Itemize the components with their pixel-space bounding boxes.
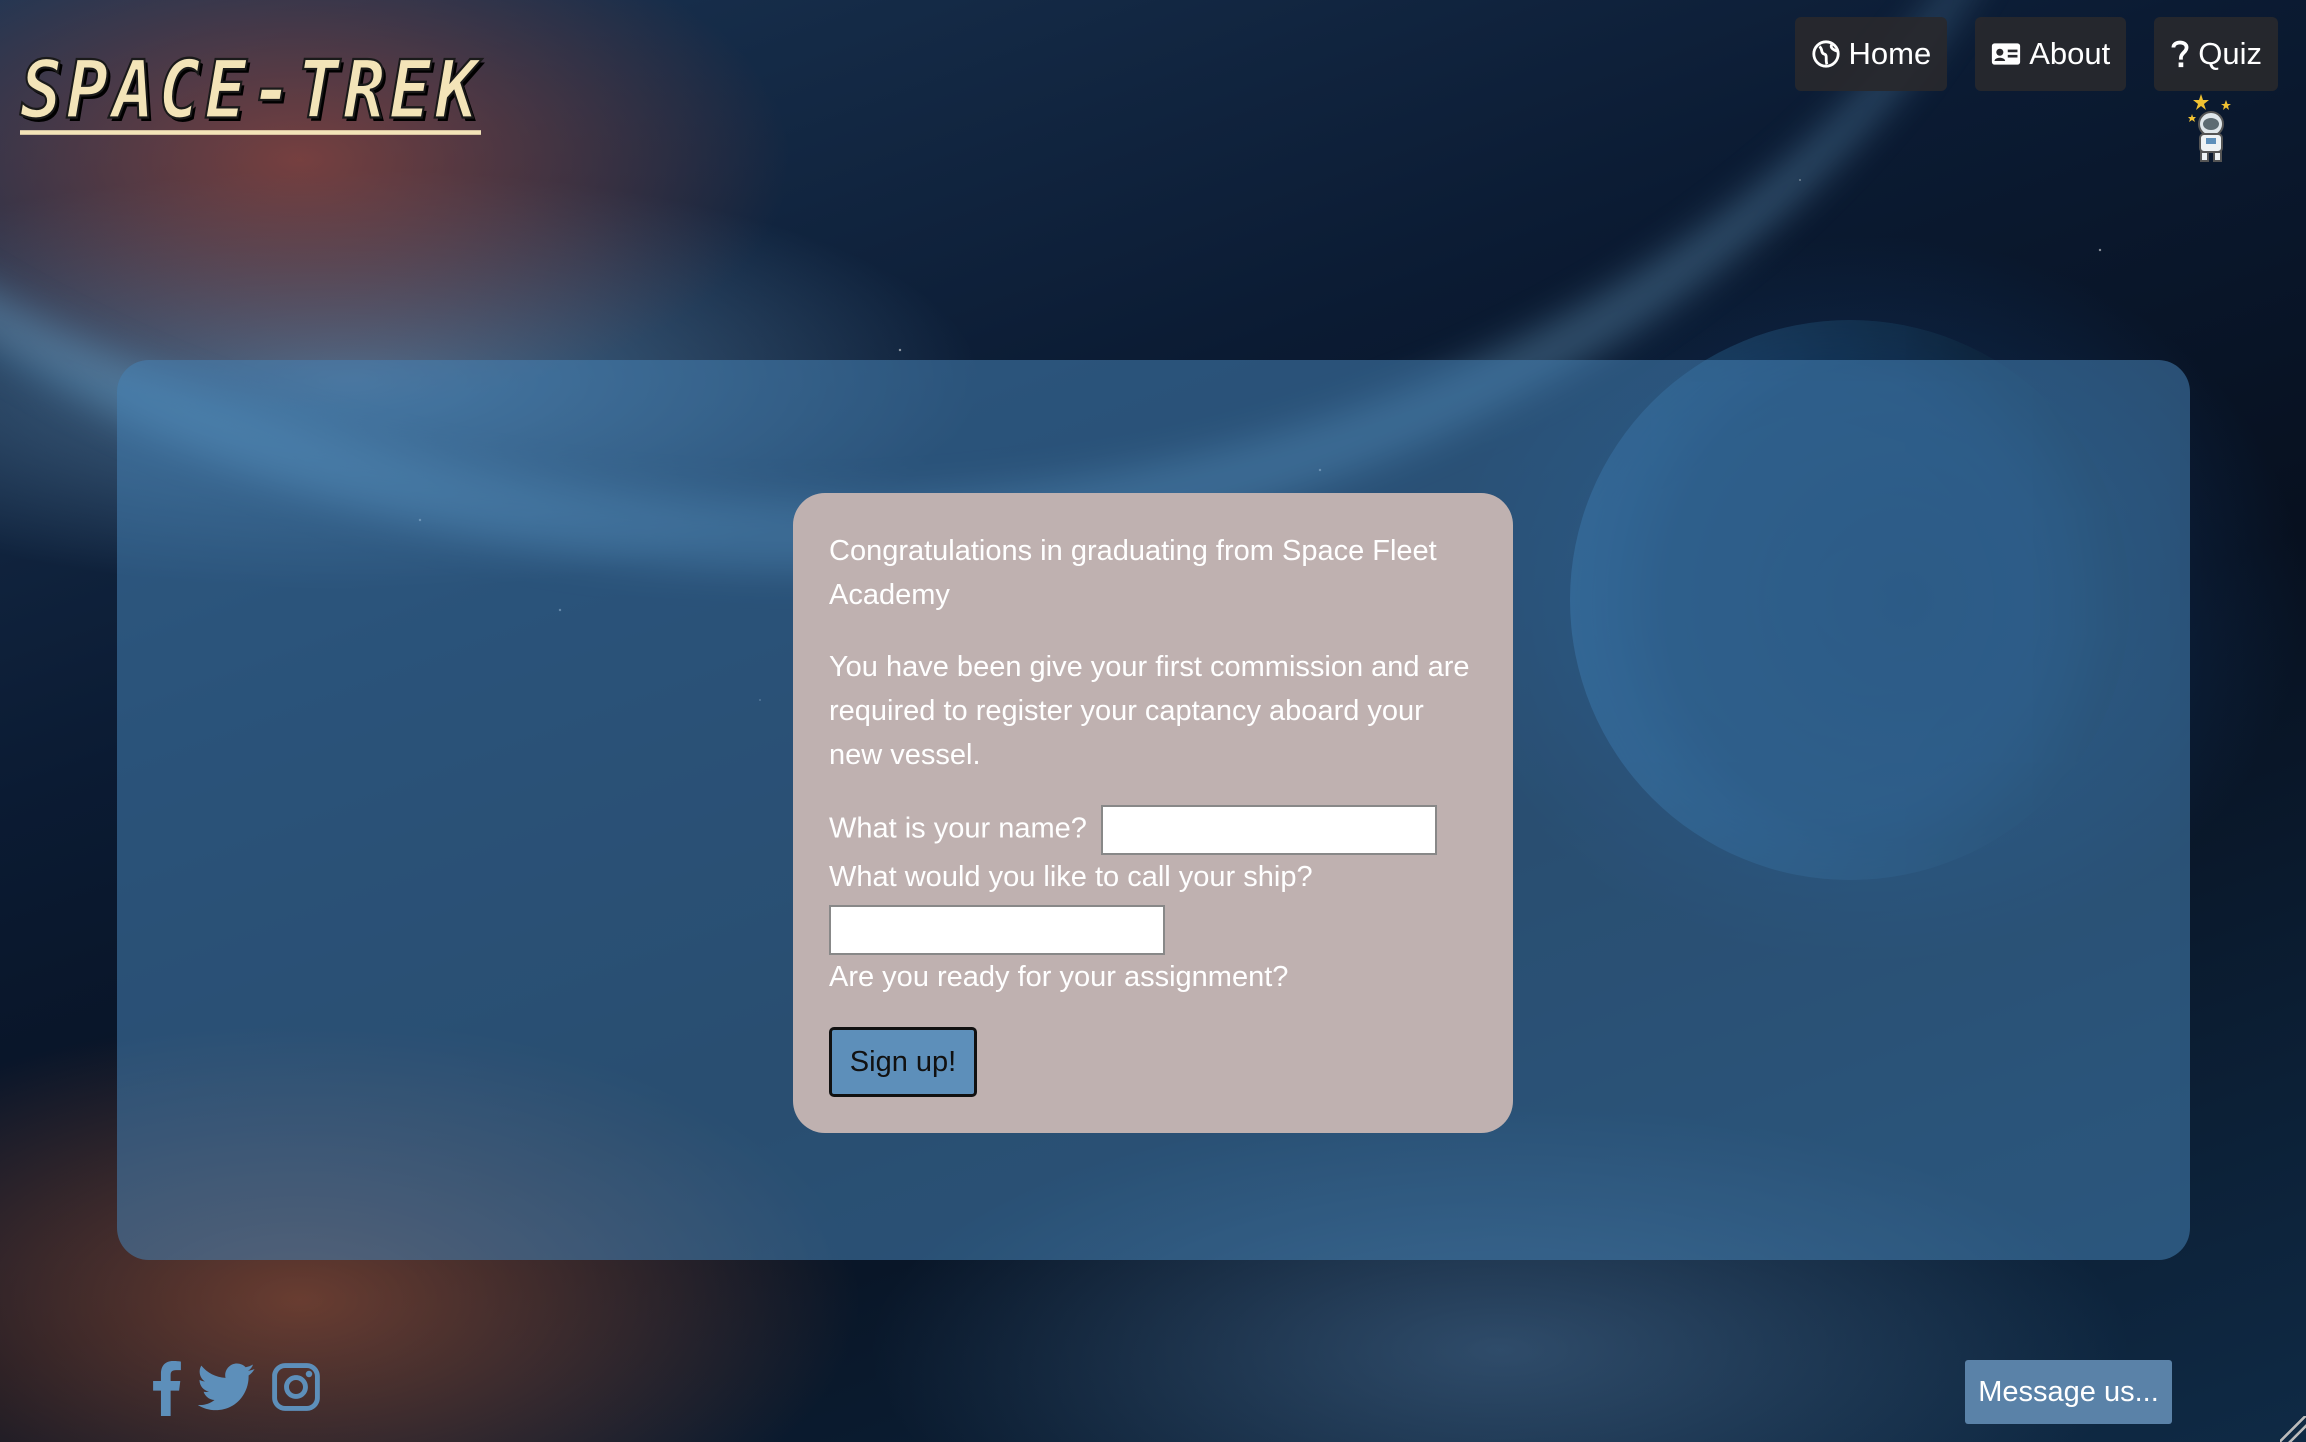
name-label: What is your name? xyxy=(829,812,1087,845)
id-card-icon xyxy=(1991,39,2021,69)
nav-about-button[interactable]: About xyxy=(1975,17,2127,91)
intro-text: Congratulations in graduating from Space… xyxy=(829,535,1437,611)
globe-icon xyxy=(1811,39,1841,69)
top-nav: Home About Quiz xyxy=(1794,17,2278,91)
question-icon xyxy=(2170,39,2190,69)
page: SPACE-TREK Home About Quiz Congratulatio… xyxy=(0,0,2306,1442)
nav-about-label: About xyxy=(2029,36,2111,71)
ready-row: Are you ready for your assignment? xyxy=(829,955,1477,999)
nav-quiz-button[interactable]: Quiz xyxy=(2154,17,2278,91)
nav-home-button[interactable]: Home xyxy=(1794,17,1948,91)
name-input[interactable] xyxy=(1100,805,1437,855)
ready-label: Are you ready for your assignment? xyxy=(829,961,1289,993)
nav-home-label: Home xyxy=(1848,36,1932,71)
instagram-icon[interactable] xyxy=(270,1361,322,1413)
social-links xyxy=(150,1358,322,1416)
astronaut-icon xyxy=(2186,92,2236,162)
signup-card: Congratulations in graduating from Space… xyxy=(793,493,1513,1133)
ship-row: What would you like to call your ship? xyxy=(829,855,1477,955)
ship-label: What would you like to call your ship? xyxy=(829,861,1313,893)
signup-button[interactable]: Sign up! xyxy=(829,1027,977,1097)
twitter-icon[interactable] xyxy=(198,1363,256,1411)
site-logo[interactable]: SPACE-TREK xyxy=(19,49,482,135)
message-us-button[interactable]: Message us... xyxy=(1965,1360,2172,1424)
commission-text: You have been give your first commission… xyxy=(829,651,1470,771)
ship-name-input[interactable] xyxy=(829,905,1165,955)
nav-quiz-label: Quiz xyxy=(2198,36,2262,71)
facebook-icon[interactable] xyxy=(150,1358,184,1416)
resize-grip[interactable] xyxy=(2280,1416,2306,1442)
name-row: What is your name? xyxy=(829,805,1477,855)
